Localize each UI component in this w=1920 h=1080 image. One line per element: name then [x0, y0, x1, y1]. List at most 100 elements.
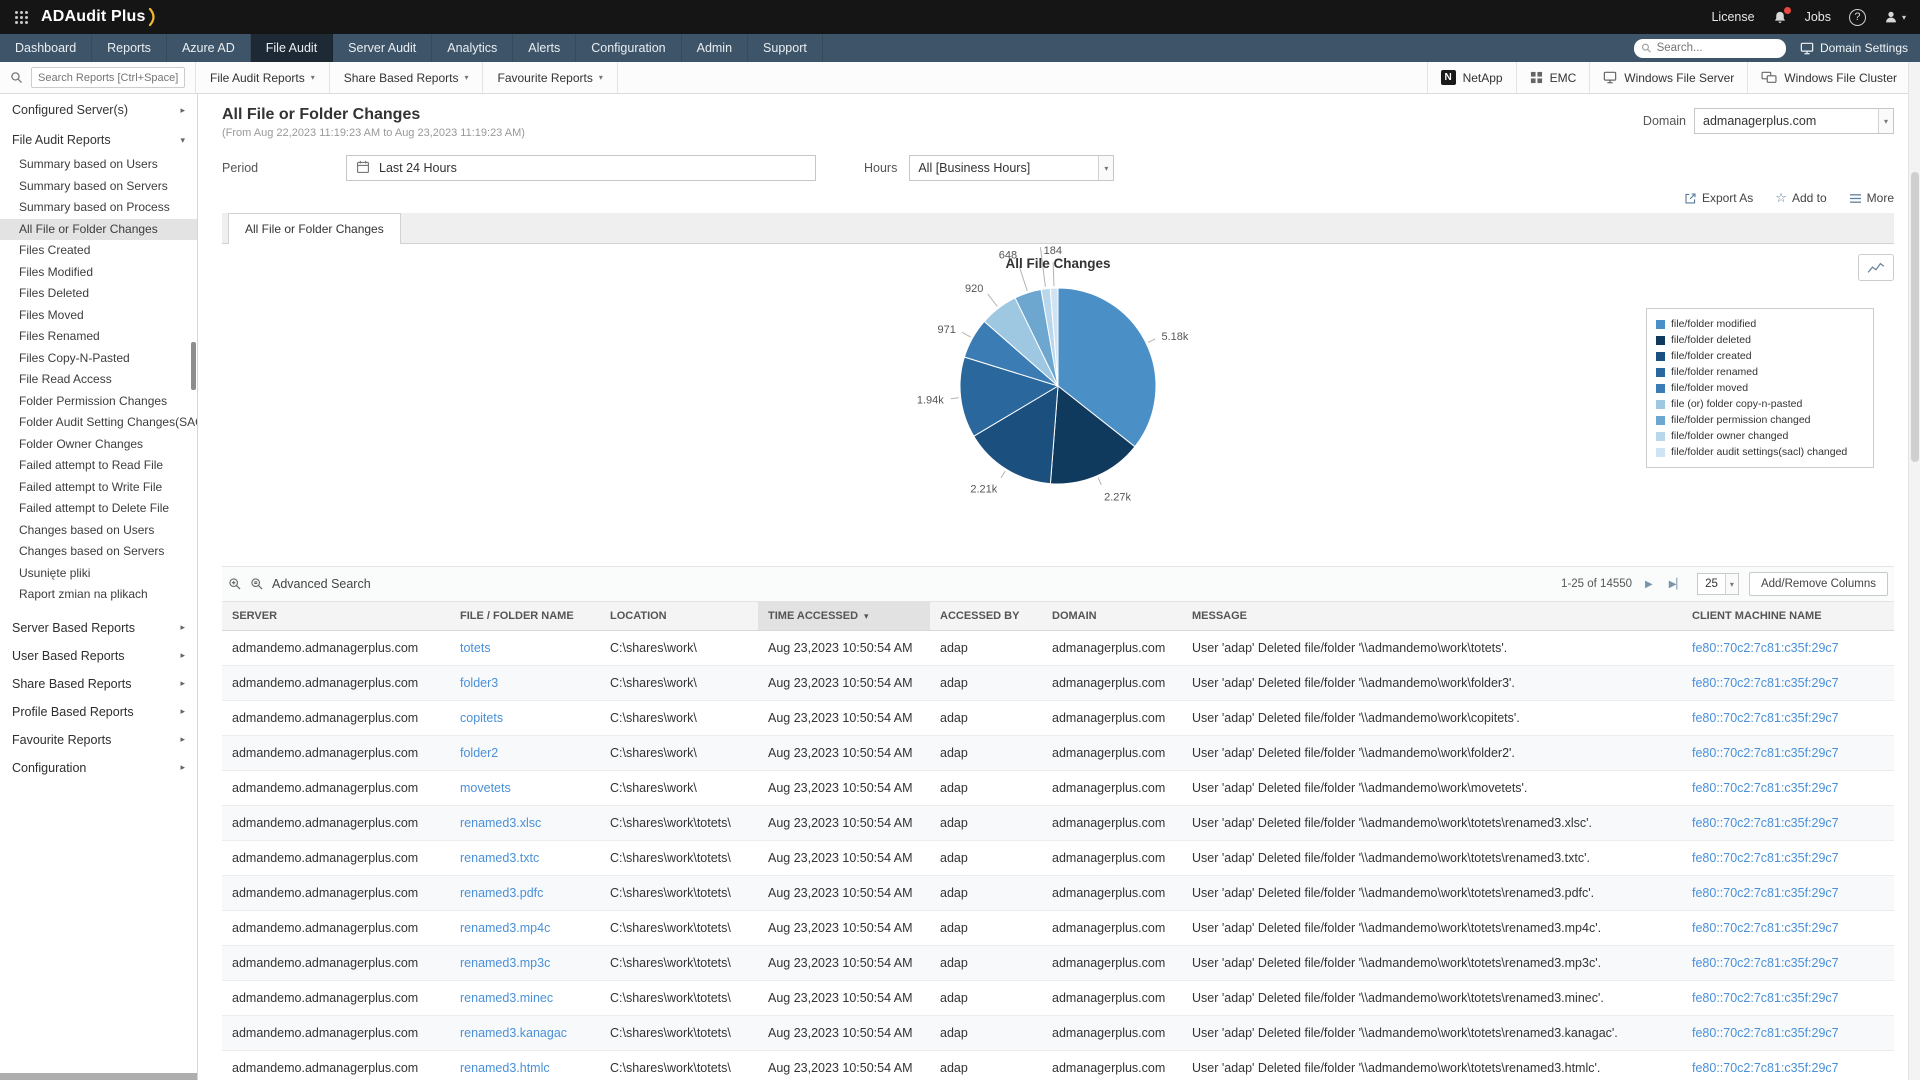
sidebar-item-configured-servers[interactable]: Configured Server(s) ▸	[0, 94, 197, 124]
column-header-message[interactable]: MESSAGE	[1182, 602, 1682, 631]
file-link[interactable]: renamed3.htmlc	[460, 1061, 550, 1075]
help-icon[interactable]: ?	[1848, 8, 1866, 26]
sidebar-item-files-modified[interactable]: Files Modified	[0, 262, 197, 284]
column-header-domain[interactable]: DOMAIN	[1042, 602, 1182, 631]
hours-select[interactable]: All [Business Hours] ▾	[909, 155, 1115, 181]
sidebar-section-profile-based-reports[interactable]: Profile Based Reports ▸	[0, 698, 197, 726]
client-machine-link[interactable]: fe80::70c2:7c81:c35f:29c7	[1692, 816, 1839, 830]
advanced-search-icon[interactable]	[250, 577, 264, 591]
tab-all-file-or-folder-changes[interactable]: All File or Folder Changes	[228, 213, 401, 244]
nav-tab-dashboard[interactable]: Dashboard	[0, 34, 93, 62]
sidebar-horizontal-scrollbar[interactable]	[0, 1073, 197, 1080]
search-reports-icon[interactable]	[10, 71, 23, 84]
next-page-button[interactable]: ▶	[1642, 577, 1656, 592]
legend-item-file-or-folder-copy-n-pasted[interactable]: file (or) folder copy-n-pasted	[1656, 396, 1864, 412]
legend-item-file-folder-owner-changed[interactable]: file/folder owner changed	[1656, 428, 1864, 444]
legend-item-file-folder-audit-settings-sacl-changed[interactable]: file/folder audit settings(sacl) changed	[1656, 444, 1864, 460]
sidebar-item-summary-based-on-process[interactable]: Summary based on Process	[0, 197, 197, 219]
sidebar-section-user-based-reports[interactable]: User Based Reports ▸	[0, 642, 197, 670]
sidebar-item-folder-permission-changes[interactable]: Folder Permission Changes	[0, 391, 197, 413]
sidebar-item-summary-based-on-servers[interactable]: Summary based on Servers	[0, 176, 197, 198]
search-plus-icon[interactable]	[228, 577, 242, 591]
sidebar-item-files-copy-n-pasted[interactable]: Files Copy-N-Pasted	[0, 348, 197, 370]
file-link[interactable]: renamed3.mp3c	[460, 956, 550, 970]
file-link[interactable]: renamed3.kanagac	[460, 1026, 567, 1040]
vendor-windows-file-cluster[interactable]: Windows File Cluster	[1747, 62, 1910, 93]
sidebar-scrollbar-thumb[interactable]	[191, 342, 196, 390]
sidebar-item-files-deleted[interactable]: Files Deleted	[0, 283, 197, 305]
legend-item-file-folder-deleted[interactable]: file/folder deleted	[1656, 332, 1864, 348]
column-header-time-accessed[interactable]: TIME ACCESSED ▾	[758, 602, 930, 631]
client-machine-link[interactable]: fe80::70c2:7c81:c35f:29c7	[1692, 886, 1839, 900]
sidebar-group-file-audit-reports[interactable]: File Audit Reports ▾	[0, 124, 197, 154]
page-scrollbar[interactable]	[1908, 62, 1920, 1080]
nav-tab-azure-ad[interactable]: Azure AD	[167, 34, 251, 62]
client-machine-link[interactable]: fe80::70c2:7c81:c35f:29c7	[1692, 676, 1839, 690]
sidebar-item-folder-audit-setting-changes-sacl[interactable]: Folder Audit Setting Changes(SACL)	[0, 412, 197, 434]
client-machine-link[interactable]: fe80::70c2:7c81:c35f:29c7	[1692, 956, 1839, 970]
column-header-server[interactable]: SERVER	[222, 602, 450, 631]
sidebar-item-folder-owner-changes[interactable]: Folder Owner Changes	[0, 434, 197, 456]
sidebar-section-share-based-reports[interactable]: Share Based Reports ▸	[0, 670, 197, 698]
sidebar-item-files-created[interactable]: Files Created	[0, 240, 197, 262]
legend-item-file-folder-created[interactable]: file/folder created	[1656, 348, 1864, 364]
column-header-accessed-by[interactable]: ACCESSED BY	[930, 602, 1042, 631]
notifications-bell-icon[interactable]	[1773, 6, 1791, 25]
chart-type-button[interactable]	[1858, 254, 1894, 281]
add-to-button[interactable]: ☆ Add to	[1775, 191, 1826, 205]
legend-item-file-folder-moved[interactable]: file/folder moved	[1656, 380, 1864, 396]
sidebar-item-usuni-te-pliki[interactable]: Usunięte pliki	[0, 563, 197, 585]
legend-item-file-folder-permission-changed[interactable]: file/folder permission changed	[1656, 412, 1864, 428]
search-reports-input[interactable]	[31, 67, 185, 88]
sidebar-item-changes-based-on-servers[interactable]: Changes based on Servers	[0, 541, 197, 563]
file-link[interactable]: folder2	[460, 746, 498, 760]
page-scrollbar-thumb[interactable]	[1911, 172, 1919, 462]
legend-item-file-folder-renamed[interactable]: file/folder renamed	[1656, 364, 1864, 380]
client-machine-link[interactable]: fe80::70c2:7c81:c35f:29c7	[1692, 1026, 1839, 1040]
client-machine-link[interactable]: fe80::70c2:7c81:c35f:29c7	[1692, 1061, 1839, 1075]
menu-favourite-reports[interactable]: Favourite Reports ▾	[483, 62, 618, 93]
user-menu[interactable]: ▾	[1884, 10, 1906, 24]
file-link[interactable]: renamed3.mp4c	[460, 921, 550, 935]
file-link[interactable]: folder3	[460, 676, 498, 690]
nav-tab-alerts[interactable]: Alerts	[513, 34, 577, 62]
legend-item-file-folder-modified[interactable]: file/folder modified	[1656, 316, 1864, 332]
nav-tab-admin[interactable]: Admin	[682, 34, 749, 62]
client-machine-link[interactable]: fe80::70c2:7c81:c35f:29c7	[1692, 711, 1839, 725]
nav-tab-file-audit[interactable]: File Audit	[250, 34, 334, 62]
file-link[interactable]: renamed3.pdfc	[460, 886, 543, 900]
nav-tab-server-audit[interactable]: Server Audit	[333, 34, 433, 62]
last-page-button[interactable]: ▶▏	[1666, 577, 1687, 592]
sidebar-section-configuration[interactable]: Configuration ▸	[0, 754, 197, 782]
vendor-windows-file-server[interactable]: Windows File Server	[1589, 62, 1747, 93]
file-link[interactable]: copitets	[460, 711, 503, 725]
client-machine-link[interactable]: fe80::70c2:7c81:c35f:29c7	[1692, 641, 1839, 655]
global-search-input[interactable]	[1656, 42, 1779, 54]
nav-tab-support[interactable]: Support	[748, 34, 823, 62]
license-link[interactable]: License	[1711, 10, 1754, 24]
nav-tab-configuration[interactable]: Configuration	[576, 34, 682, 62]
global-search[interactable]	[1633, 38, 1786, 58]
period-picker[interactable]: Last 24 Hours	[346, 155, 816, 181]
export-as-button[interactable]: Export As	[1684, 191, 1753, 205]
domain-select[interactable]: admanagerplus.com ▾	[1694, 108, 1894, 134]
sidebar-item-summary-based-on-users[interactable]: Summary based on Users	[0, 154, 197, 176]
sidebar-section-favourite-reports[interactable]: Favourite Reports ▸	[0, 726, 197, 754]
vendor-netapp[interactable]: N NetApp	[1426, 62, 1516, 93]
nav-tab-reports[interactable]: Reports	[92, 34, 167, 62]
client-machine-link[interactable]: fe80::70c2:7c81:c35f:29c7	[1692, 921, 1839, 935]
app-logo[interactable]: ADAudit Plus	[41, 7, 158, 27]
client-machine-link[interactable]: fe80::70c2:7c81:c35f:29c7	[1692, 781, 1839, 795]
client-machine-link[interactable]: fe80::70c2:7c81:c35f:29c7	[1692, 991, 1839, 1005]
sidebar-item-files-moved[interactable]: Files Moved	[0, 305, 197, 327]
sidebar-item-changes-based-on-users[interactable]: Changes based on Users	[0, 520, 197, 542]
file-link[interactable]: renamed3.txtc	[460, 851, 539, 865]
column-header-file-folder-name[interactable]: FILE / FOLDER NAME	[450, 602, 600, 631]
file-link[interactable]: movetets	[460, 781, 511, 795]
sidebar-item-raport-zmian-na-plikach[interactable]: Raport zmian na plikach	[0, 584, 197, 606]
client-machine-link[interactable]: fe80::70c2:7c81:c35f:29c7	[1692, 851, 1839, 865]
file-link[interactable]: renamed3.minec	[460, 991, 553, 1005]
sidebar-item-failed-attempt-to-write-file[interactable]: Failed attempt to Write File	[0, 477, 197, 499]
sidebar-item-failed-attempt-to-delete-file[interactable]: Failed attempt to Delete File	[0, 498, 197, 520]
column-header-client-machine-name[interactable]: CLIENT MACHINE NAME	[1682, 602, 1894, 631]
